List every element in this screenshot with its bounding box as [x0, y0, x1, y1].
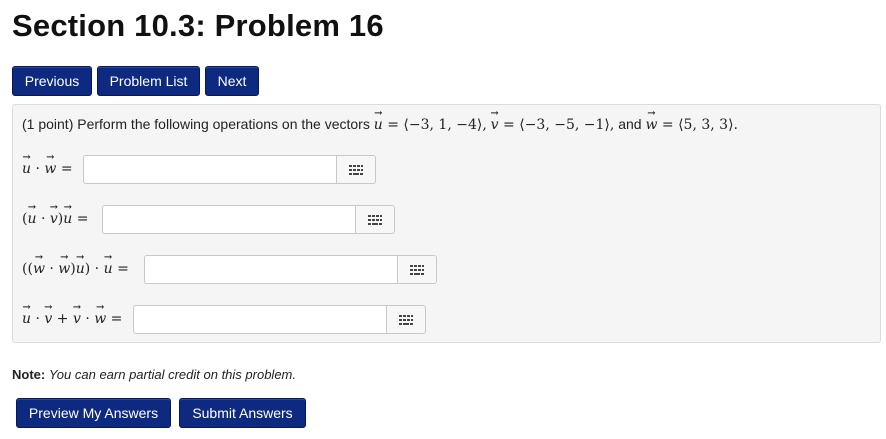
problem-statement: (1 point) Perform the following operatio… — [22, 116, 738, 133]
answer-label-2: (u · v)u = — [22, 211, 88, 227]
v-vector-value: = ⟨−3, −5, −1⟩, — [503, 117, 615, 133]
partial-credit-note: Note: You can earn partial credit on thi… — [12, 367, 296, 382]
keyboard-grid-icon — [368, 214, 382, 225]
equation-editor-button-2[interactable] — [355, 205, 395, 234]
answer-input-3[interactable] — [144, 255, 397, 284]
answer-label-1: u · w = — [22, 161, 73, 177]
answer-label-3: ((w · w)u) · u = — [22, 261, 129, 277]
problem-list-button[interactable]: Problem List — [97, 66, 200, 96]
equation-editor-button-3[interactable] — [397, 255, 437, 284]
answer-input-1[interactable] — [83, 155, 336, 184]
page-title: Section 10.3: Problem 16 — [12, 8, 384, 43]
answer-label-4: u · v + v · w = — [22, 311, 122, 327]
and-text: and — [618, 116, 642, 132]
note-text: You can earn partial credit on this prob… — [48, 367, 296, 382]
problem-text: Perform the following operations on the … — [77, 116, 370, 132]
w-vector-value: = ⟨5, 3, 3⟩. — [661, 117, 738, 133]
equation-editor-button-4[interactable] — [386, 305, 426, 334]
u-vector-value: = ⟨−3, 1, −4⟩, — [387, 117, 487, 133]
keyboard-grid-icon — [349, 164, 363, 175]
submit-answers-button[interactable]: Submit Answers — [179, 398, 306, 428]
keyboard-grid-icon — [399, 314, 413, 325]
note-label: Note: — [12, 367, 46, 382]
preview-answers-button[interactable]: Preview My Answers — [16, 398, 171, 428]
answer-input-2[interactable] — [102, 205, 355, 234]
equation-editor-button-1[interactable] — [336, 155, 376, 184]
next-button[interactable]: Next — [205, 66, 259, 96]
answer-input-4[interactable] — [133, 305, 386, 334]
problem-points: (1 point) — [22, 116, 74, 132]
keyboard-grid-icon — [410, 264, 424, 275]
previous-button[interactable]: Previous — [12, 66, 92, 96]
